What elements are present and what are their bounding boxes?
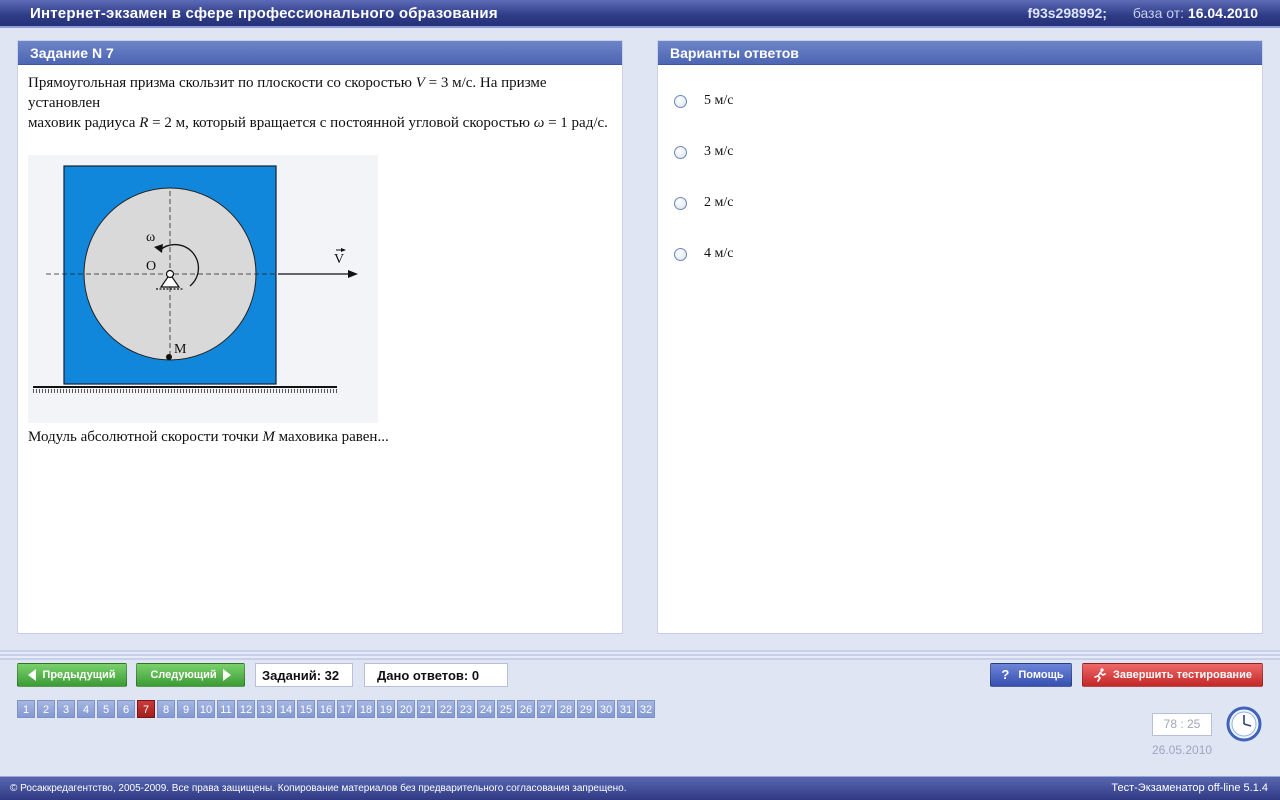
- task-heading: Задание N 7: [18, 41, 622, 65]
- page-button-12[interactable]: 12: [237, 700, 255, 718]
- previous-button[interactable]: Предыдущий: [17, 663, 127, 687]
- clock-icon: [1226, 706, 1262, 742]
- arrow-left-icon: [28, 669, 37, 681]
- page-button-2[interactable]: 2: [37, 700, 55, 718]
- page-button-13[interactable]: 13: [257, 700, 275, 718]
- variable-m: M: [262, 429, 275, 445]
- page-button-11[interactable]: 11: [217, 700, 235, 718]
- base-label: база от:: [1132, 5, 1185, 21]
- copyright-text: © Росаккредагентство, 2005-2009. Все пра…: [10, 783, 627, 794]
- page-button-16[interactable]: 16: [317, 700, 335, 718]
- running-man-icon: [1094, 668, 1106, 682]
- page-button-24[interactable]: 24: [477, 700, 495, 718]
- prism-flywheel-diagram: ω O M V: [33, 165, 358, 393]
- radio-button[interactable]: [674, 247, 687, 261]
- page-button-8[interactable]: 8: [157, 700, 175, 718]
- next-button[interactable]: Следующий: [136, 663, 245, 687]
- radio-button[interactable]: [674, 196, 687, 210]
- page-button-21[interactable]: 21: [417, 700, 435, 718]
- previous-button-label: Предыдущий: [42, 669, 116, 681]
- radio-button[interactable]: [674, 145, 687, 159]
- page-button-28[interactable]: 28: [557, 700, 575, 718]
- question-icon: ?: [1001, 667, 1010, 682]
- top-header: Интернет-экзамен в сфере профессионально…: [0, 0, 1280, 28]
- page-button-10[interactable]: 10: [197, 700, 215, 718]
- bottom-separator: [0, 650, 1280, 660]
- label-o: O: [146, 259, 156, 274]
- answer-option-4[interactable]: 4 м/с: [674, 244, 1246, 264]
- task-figure: ω O M V: [28, 155, 378, 423]
- point-m: [166, 354, 172, 360]
- radio-button[interactable]: [674, 94, 687, 108]
- task-text-part: Прямоугольная призма скользит по плоскос…: [28, 75, 412, 91]
- page-button-7[interactable]: 7: [137, 700, 155, 718]
- page-button-1[interactable]: 1: [17, 700, 35, 718]
- question-pager: 1 2 3 4 5 6 7 8 9 10 11 12 13 14 15 16 17 18 19 20 21 22 23 24 2…: [17, 700, 655, 718]
- answer-label: 5 м/с: [704, 93, 734, 108]
- variable-r: R: [139, 115, 149, 131]
- page-button-18[interactable]: 18: [357, 700, 375, 718]
- page-button-6[interactable]: 6: [117, 700, 135, 718]
- page-button-17[interactable]: 17: [337, 700, 355, 718]
- page-button-32[interactable]: 32: [637, 700, 655, 718]
- next-button-label: Следующий: [150, 669, 217, 681]
- variable-v: V: [415, 75, 425, 91]
- session-info: f93s298992; база от: 16.04.2010: [1028, 5, 1258, 21]
- page-button-26[interactable]: 26: [517, 700, 535, 718]
- task-text-part: = 2 м, который вращается с постоянной уг…: [152, 115, 530, 131]
- timer-display: 78 : 25: [1152, 713, 1212, 736]
- velocity-arrowhead: [348, 270, 358, 278]
- page-button-19[interactable]: 19: [377, 700, 395, 718]
- label-m: M: [174, 342, 187, 357]
- answers-heading: Варианты ответов: [658, 41, 1262, 65]
- page-button-20[interactable]: 20: [397, 700, 415, 718]
- question-text-part: Модуль абсолютной скорости точки: [28, 429, 259, 445]
- base-date: 16.04.2010: [1187, 5, 1258, 21]
- task-body: Прямоугольная призма скользит по плоскос…: [18, 65, 622, 455]
- page-button-30[interactable]: 30: [597, 700, 615, 718]
- answer-option-2[interactable]: 3 м/с: [674, 142, 1246, 162]
- answer-label: 3 м/с: [704, 144, 734, 159]
- footer: © Росаккредагентство, 2005-2009. Все пра…: [0, 776, 1280, 800]
- pivot-center: [165, 269, 175, 279]
- answer-label: 2 м/с: [704, 195, 734, 210]
- arrow-right-icon: [222, 669, 231, 681]
- answers-panel: Варианты ответов 5 м/с 3 м/с 2 м/с 4 м/с: [657, 40, 1263, 634]
- page-button-27[interactable]: 27: [537, 700, 555, 718]
- page-button-31[interactable]: 31: [617, 700, 635, 718]
- page-button-22[interactable]: 22: [437, 700, 455, 718]
- page-button-23[interactable]: 23: [457, 700, 475, 718]
- answer-options: 5 м/с 3 м/с 2 м/с 4 м/с: [658, 65, 1262, 321]
- version-text: Тест-Экзаменатор off-line 5.1.4: [1111, 782, 1268, 794]
- task-text-part: маховик радиуса: [28, 115, 136, 131]
- tasks-count: Заданий: 32: [255, 663, 353, 687]
- help-button-label: Помощь: [1018, 669, 1064, 681]
- question-text-part: маховика равен...: [278, 429, 389, 445]
- finish-test-label: Завершить тестирование: [1113, 669, 1252, 681]
- answer-option-3[interactable]: 2 м/с: [674, 193, 1246, 213]
- answer-option-1[interactable]: 5 м/с: [674, 91, 1246, 111]
- page-button-3[interactable]: 3: [57, 700, 75, 718]
- task-question: Модуль абсолютной скорости точки M махов…: [28, 427, 612, 447]
- task-panel: Задание N 7 Прямоугольная призма скользи…: [17, 40, 623, 634]
- page-button-4[interactable]: 4: [77, 700, 95, 718]
- task-text: Прямоугольная призма скользит по плоскос…: [28, 73, 612, 133]
- session-code: f93s298992;: [1027, 5, 1107, 21]
- task-text-part: = 1 рад/с.: [548, 115, 608, 131]
- variable-omega: ω: [533, 115, 545, 131]
- app-title: Интернет-экзамен в сфере профессионально…: [30, 5, 498, 22]
- label-v: V: [334, 252, 344, 267]
- page-button-14[interactable]: 14: [277, 700, 295, 718]
- page-button-25[interactable]: 25: [497, 700, 515, 718]
- page-button-5[interactable]: 5: [97, 700, 115, 718]
- answer-label: 4 м/с: [704, 246, 734, 261]
- finish-test-button[interactable]: Завершить тестирование: [1082, 663, 1263, 687]
- timer-date: 26.05.2010: [1152, 743, 1213, 757]
- page-button-9[interactable]: 9: [177, 700, 195, 718]
- answers-count: Дано ответов: 0: [364, 663, 508, 687]
- label-omega: ω: [146, 230, 155, 245]
- help-button[interactable]: ? Помощь: [990, 663, 1072, 687]
- page-button-15[interactable]: 15: [297, 700, 315, 718]
- page-button-29[interactable]: 29: [577, 700, 595, 718]
